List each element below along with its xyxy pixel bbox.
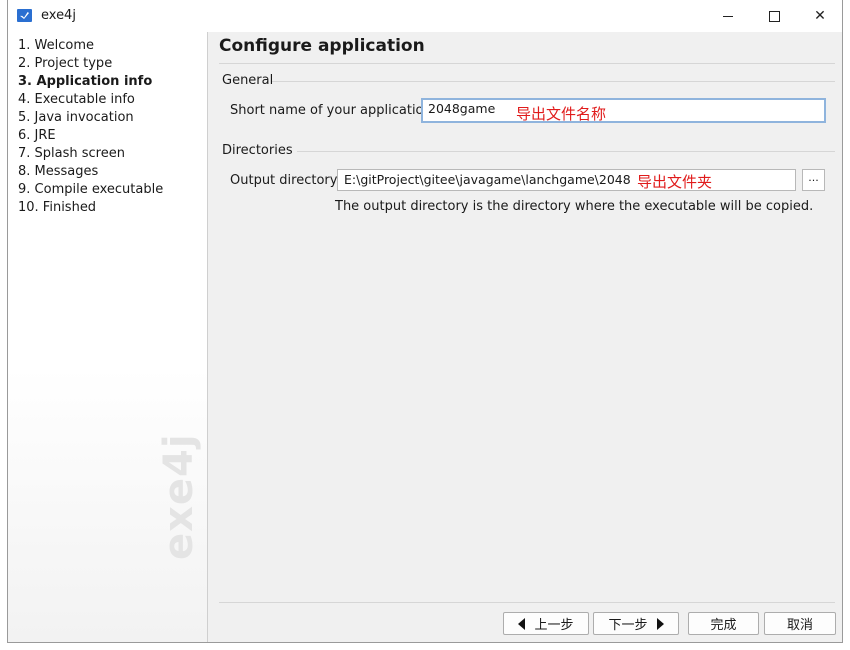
maximize-button[interactable]	[751, 0, 797, 32]
footer-divider	[219, 602, 835, 603]
step-messages[interactable]: 8. Messages	[18, 163, 98, 181]
next-button-label: 下一步	[608, 618, 648, 633]
next-arrow-icon	[656, 617, 664, 630]
heading-divider	[219, 63, 835, 64]
step-welcome[interactable]: 1. Welcome	[18, 37, 94, 55]
next-button[interactable]: 下一步	[593, 612, 679, 635]
page-title: Configure application	[219, 36, 425, 56]
back-arrow-icon	[518, 617, 526, 630]
output-directory-help-text: The output directory is the directory wh…	[335, 199, 814, 214]
step-application-info[interactable]: 3. Application info	[18, 73, 152, 91]
short-name-label: Short name of your application:	[230, 103, 437, 118]
step-splash-screen[interactable]: 7. Splash screen	[18, 145, 125, 163]
title-bar[interactable]: exe4j ✕	[8, 0, 842, 32]
general-section-divider	[272, 81, 835, 82]
window-title: exe4j	[41, 8, 76, 23]
step-finished[interactable]: 10. Finished	[18, 199, 96, 217]
output-directory-label: Output directory:	[230, 173, 341, 188]
step-project-type[interactable]: 2. Project type	[18, 55, 112, 73]
exe4j-window: exe4j ✕ 1. Welcome 2. Project type 3. Ap…	[7, 0, 843, 643]
directories-section-label: Directories	[222, 143, 293, 158]
maximize-icon	[768, 10, 780, 22]
step-executable-info[interactable]: 4. Executable info	[18, 91, 135, 109]
short-name-annotation: 导出文件名称	[516, 105, 607, 123]
step-jre[interactable]: 6. JRE	[18, 127, 56, 145]
minimize-button[interactable]	[705, 0, 751, 32]
wizard-steps-sidebar: 1. Welcome 2. Project type 3. Applicatio…	[8, 32, 208, 642]
step-compile-executable[interactable]: 9. Compile executable	[18, 181, 163, 199]
output-directory-annotation: 导出文件夹	[637, 173, 713, 191]
cancel-button[interactable]: 取消	[764, 612, 836, 635]
app-icon	[17, 9, 32, 22]
short-name-input[interactable]: 2048game	[421, 98, 826, 123]
general-section-label: General	[222, 73, 274, 88]
step-java-invocation[interactable]: 5. Java invocation	[18, 109, 134, 127]
exe4j-watermark-logo: exe4j	[156, 433, 202, 560]
output-directory-input[interactable]: E:\gitProject\gitee\javagame\lanchgame\2…	[337, 169, 796, 191]
browse-button[interactable]: ...	[802, 169, 825, 191]
minimize-icon	[723, 15, 733, 17]
back-button[interactable]: 上一步	[503, 612, 589, 635]
finish-button[interactable]: 完成	[688, 612, 759, 635]
directories-section-divider	[297, 151, 835, 152]
close-button[interactable]: ✕	[797, 0, 843, 32]
close-icon: ✕	[814, 8, 826, 24]
back-button-label: 上一步	[534, 618, 574, 633]
